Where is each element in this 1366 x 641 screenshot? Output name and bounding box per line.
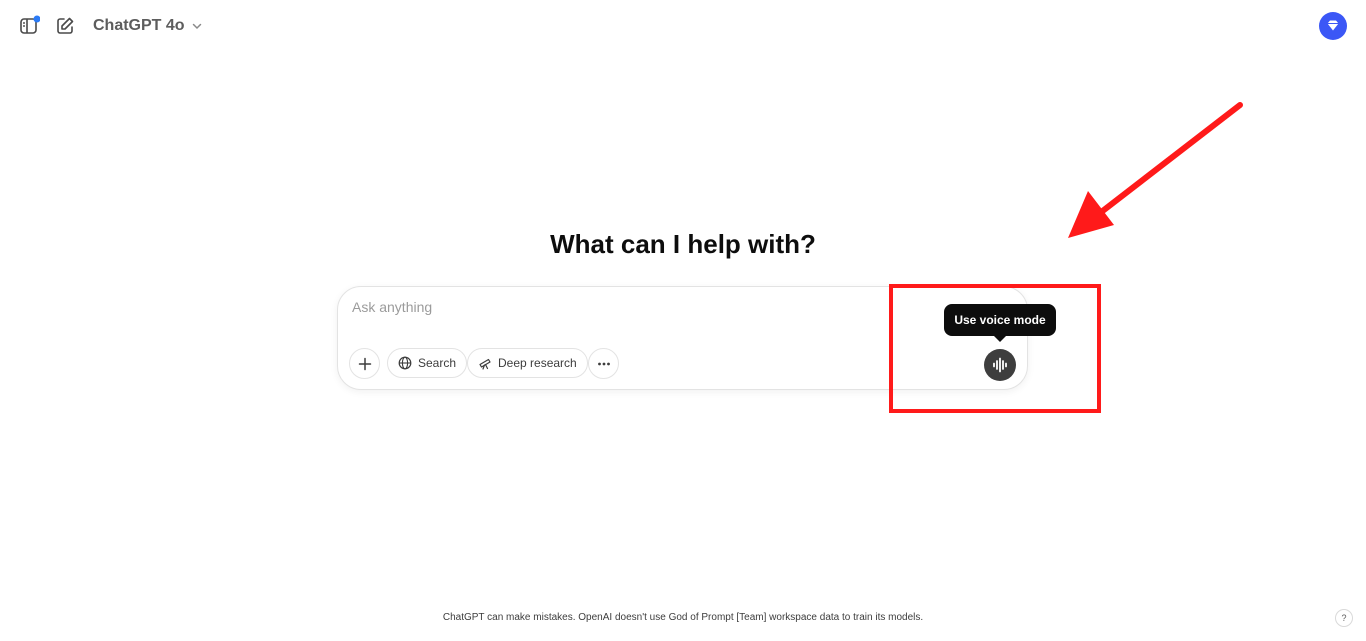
annotation-highlight-box xyxy=(889,284,1101,413)
help-icon: ? xyxy=(1341,613,1347,623)
footer-disclaimer: ChatGPT can make mistakes. OpenAI doesn'… xyxy=(442,612,924,623)
diamond-icon xyxy=(1319,12,1347,40)
search-button[interactable]: Search xyxy=(387,348,468,378)
plus-icon xyxy=(358,357,371,370)
deep-research-label: Deep research xyxy=(498,356,577,370)
edit-icon xyxy=(57,17,74,34)
annotation-arrow xyxy=(1068,102,1243,238)
prompt-input[interactable] xyxy=(352,299,872,323)
help-button[interactable]: ? xyxy=(1335,609,1353,627)
model-name: ChatGPT 4o xyxy=(93,17,185,34)
model-selector[interactable]: ChatGPT 4o xyxy=(93,14,203,38)
notification-dot xyxy=(33,15,40,23)
more-tools-button[interactable] xyxy=(588,348,619,379)
new-chat-button[interactable] xyxy=(51,12,79,40)
telescope-icon xyxy=(479,358,491,370)
search-label: Search xyxy=(418,356,457,370)
deep-research-button[interactable]: Deep research xyxy=(467,348,588,378)
chevron-down-icon xyxy=(192,23,201,30)
sidebar-toggle-button[interactable] xyxy=(15,12,43,40)
globe-icon xyxy=(398,356,412,370)
upgrade-button[interactable] xyxy=(1319,12,1347,40)
more-icon xyxy=(597,362,610,365)
attach-button[interactable] xyxy=(349,348,380,379)
sidebar-toggle-icon xyxy=(20,15,40,34)
